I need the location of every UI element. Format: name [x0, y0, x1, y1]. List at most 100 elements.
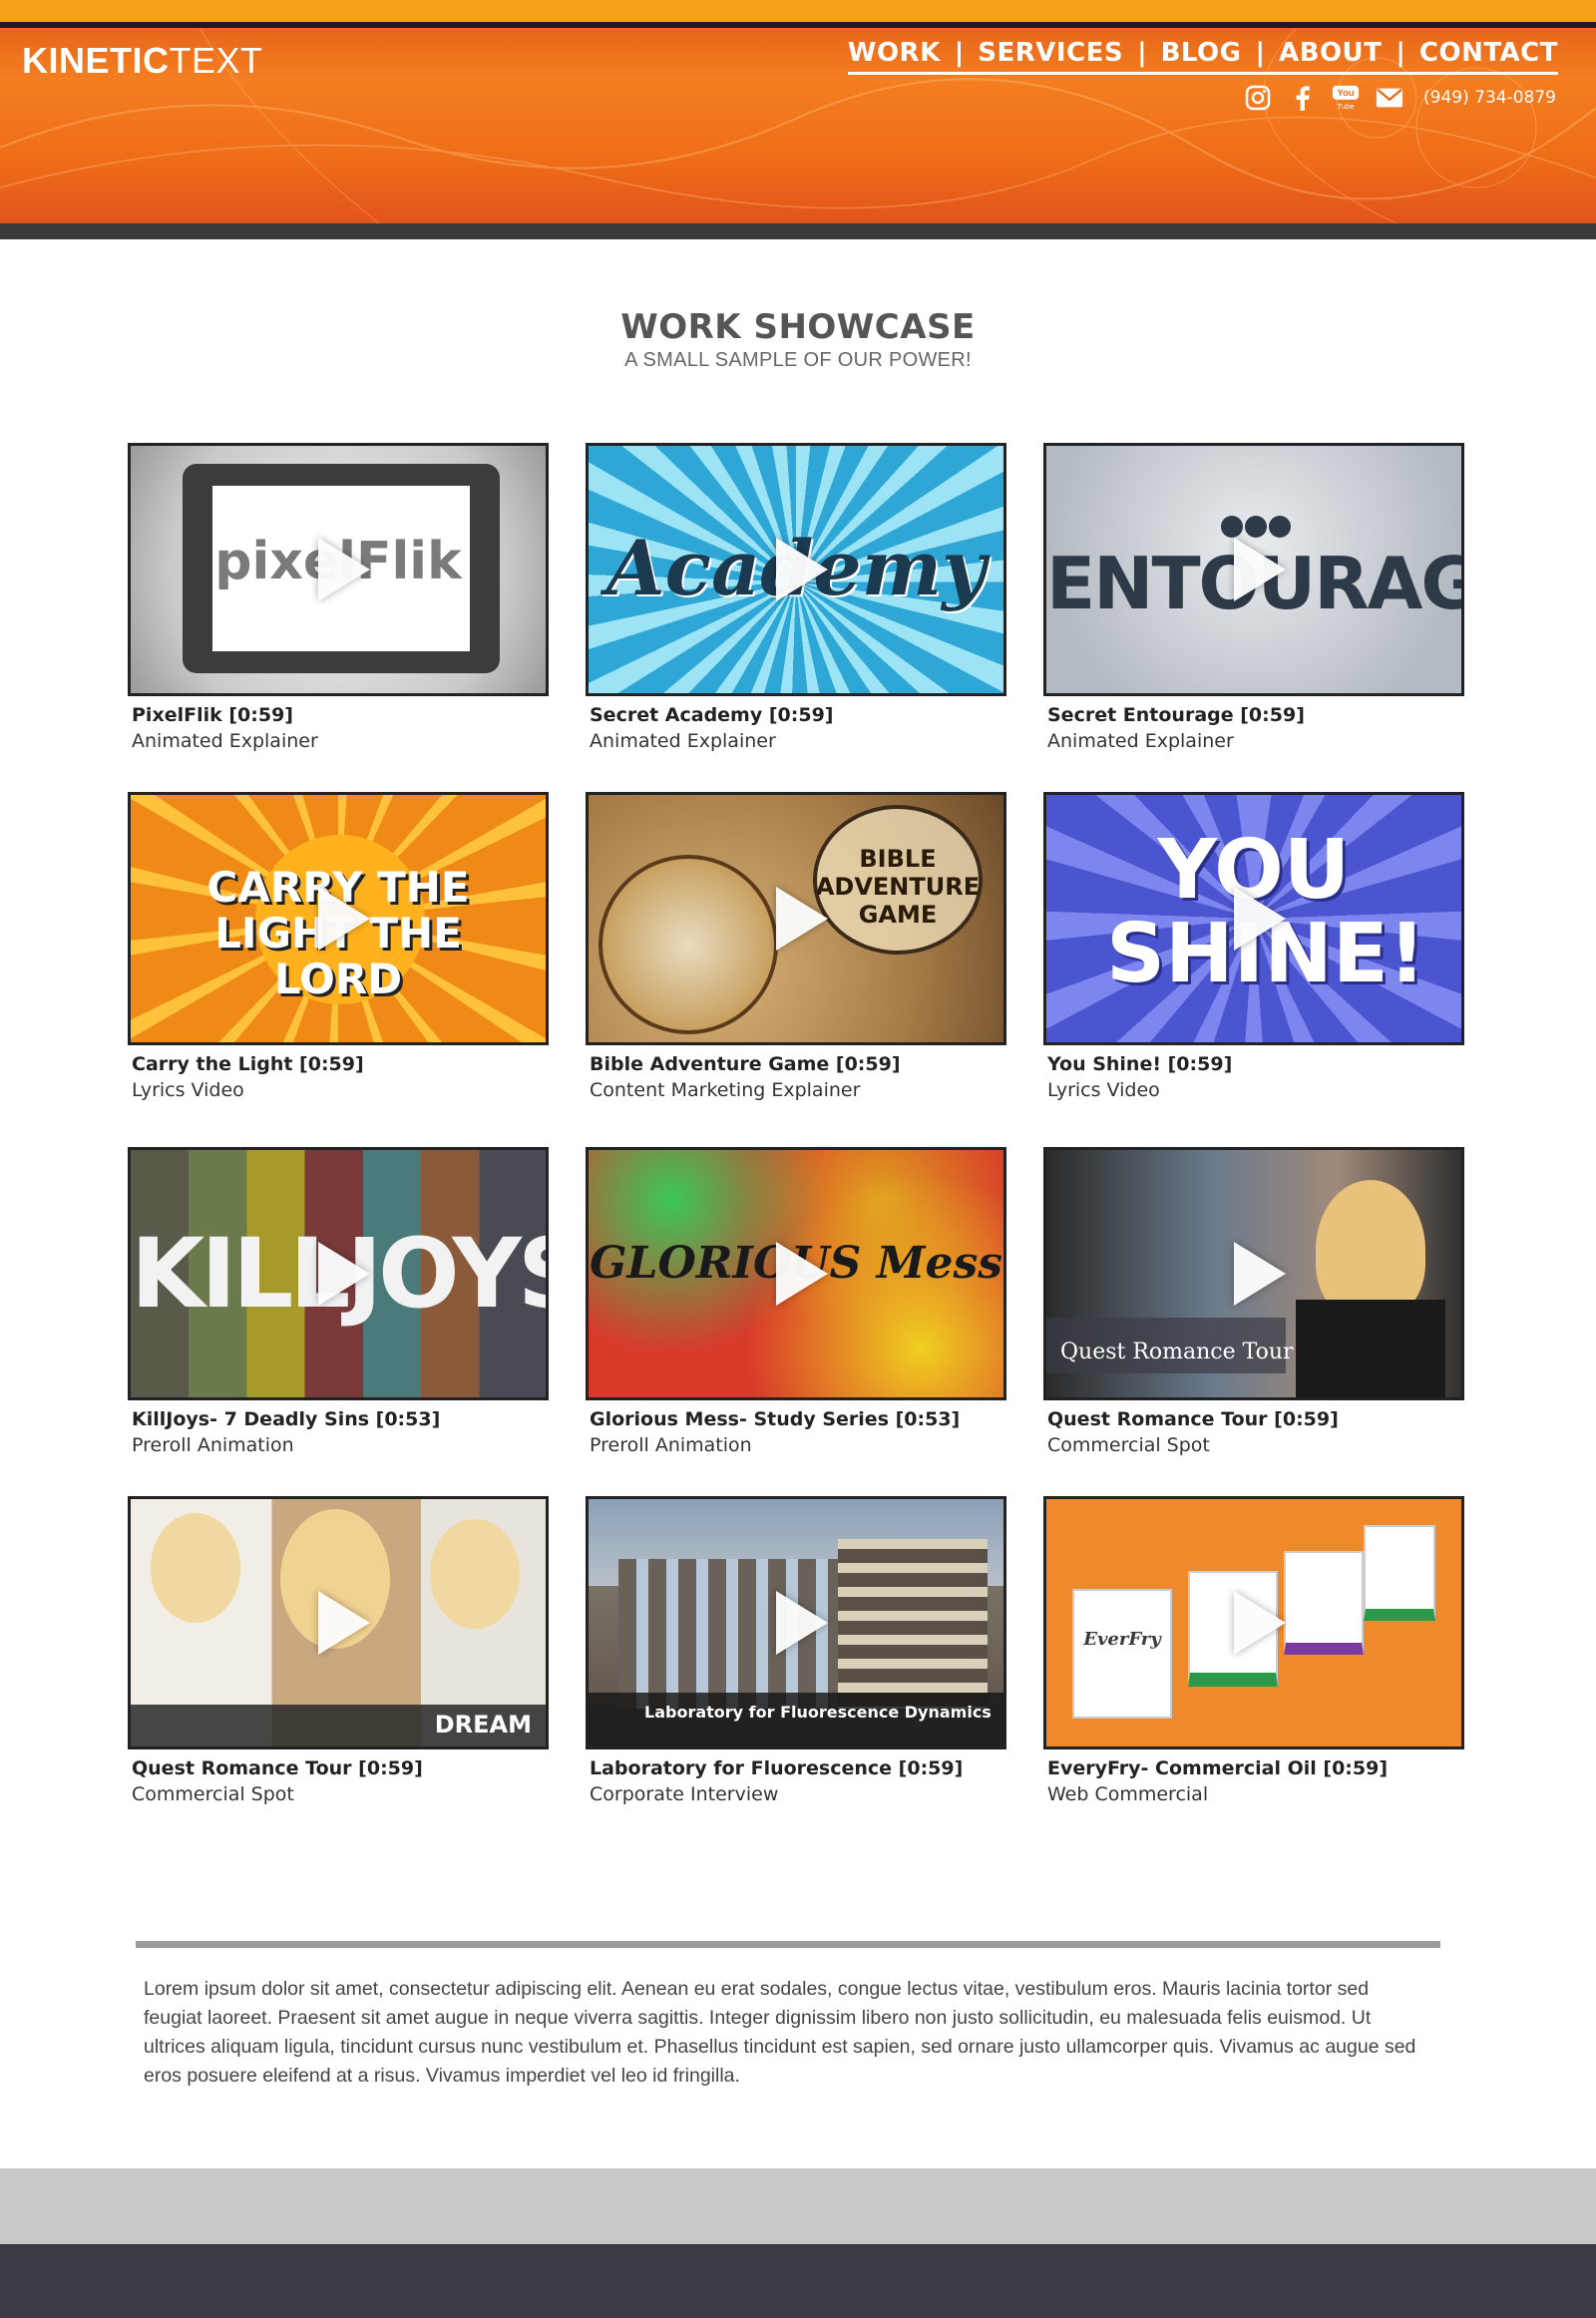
logo-light: TEXT: [169, 40, 263, 81]
video-card[interactable]: GLORIOUS Mess Glorious Mess- Study Serie…: [586, 1147, 1006, 1456]
video-card[interactable]: BIBLE ADVENTURE GAME Bible Adventure Gam…: [586, 792, 1006, 1101]
social-links: You Tube (949) 734-0879: [1244, 84, 1556, 112]
nav-work[interactable]: WORK: [848, 38, 941, 68]
video-thumbnail[interactable]: Academy: [586, 443, 1006, 696]
video-category: Animated Explainer: [590, 730, 776, 752]
video-title[interactable]: Bible Adventure Game [0:59]: [590, 1053, 1006, 1075]
showcase-heading: WORK SHOWCASE A SMALL SAMPLE OF OUR POWE…: [0, 307, 1596, 372]
play-icon[interactable]: [1234, 1591, 1286, 1655]
video-thumbnail[interactable]: YOU SHINE!: [1043, 792, 1464, 1045]
thumb-text: BIBLE ADVENTURE GAME: [815, 845, 981, 929]
nav-separator: |: [1396, 38, 1405, 68]
video-title[interactable]: EveryFry- Commercial Oil [0:59]: [1047, 1757, 1464, 1779]
portrait-body: [1296, 1300, 1445, 1397]
video-category: Animated Explainer: [1047, 730, 1234, 752]
play-icon[interactable]: [318, 1591, 370, 1655]
play-icon[interactable]: [1234, 538, 1286, 601]
video-title[interactable]: Secret Entourage [0:59]: [1047, 704, 1464, 726]
thumb-text: DREAM: [434, 1711, 532, 1738]
video-card[interactable]: DREAM Quest Romance Tour [0:59] Commerci…: [128, 1496, 549, 1805]
video-title[interactable]: Secret Academy [0:59]: [590, 704, 1006, 726]
video-thumbnail[interactable]: Laboratory for Fluorescence Dynamics: [586, 1496, 1006, 1749]
video-title[interactable]: You Shine! [0:59]: [1047, 1053, 1464, 1075]
video-title[interactable]: Quest Romance Tour [0:59]: [1047, 1408, 1464, 1430]
site-logo[interactable]: KINETICTEXT: [22, 40, 263, 82]
video-category: Web Commercial: [1047, 1783, 1209, 1805]
nav-blog[interactable]: BLOG: [1161, 38, 1242, 68]
phone-number[interactable]: (949) 734-0879: [1423, 88, 1556, 108]
video-card[interactable]: ENTOURAGE Secret Entourage [0:59] Animat…: [1043, 443, 1464, 752]
youtube-you: You: [1338, 88, 1355, 98]
product-box: [1284, 1551, 1364, 1655]
video-title[interactable]: Quest Romance Tour [0:59]: [132, 1757, 549, 1779]
section-divider: [136, 1941, 1440, 1948]
instagram-icon[interactable]: [1244, 84, 1272, 112]
video-title[interactable]: Glorious Mess- Study Series [0:53]: [590, 1408, 1006, 1430]
play-icon[interactable]: [1234, 1242, 1286, 1306]
video-thumbnail[interactable]: pixelFlik: [128, 443, 549, 696]
video-thumbnail[interactable]: Quest Romance Tour: [1043, 1147, 1464, 1400]
page-subtitle: A SMALL SAMPLE OF OUR POWER!: [624, 349, 972, 371]
nav-separator: |: [954, 38, 965, 68]
video-thumbnail[interactable]: CARRY THE LIGHT THE LORD: [128, 792, 549, 1045]
footer-band-dark: [0, 2244, 1596, 2318]
site-header: KINETICTEXT WORK | SERVICES | BLOG | ABO…: [0, 0, 1596, 239]
video-thumbnail[interactable]: EverFry: [1043, 1496, 1464, 1749]
email-icon[interactable]: [1376, 84, 1403, 112]
footer-text: Lorem ipsum dolor sit amet, consectetur …: [144, 1978, 1416, 2087]
nav-about[interactable]: ABOUT: [1279, 38, 1382, 68]
footer-band-light: [0, 2168, 1596, 2244]
play-icon[interactable]: [318, 1242, 370, 1306]
video-card[interactable]: YOU SHINE! You Shine! [0:59] Lyrics Vide…: [1043, 792, 1464, 1101]
video-category: Corporate Interview: [590, 1783, 779, 1805]
video-card[interactable]: CARRY THE LIGHT THE LORD Carry the Light…: [128, 792, 549, 1101]
portrait-graphic: [1316, 1180, 1425, 1320]
video-card[interactable]: Academy Secret Academy [0:59] Animated E…: [586, 443, 1006, 752]
product-box: [1364, 1525, 1435, 1621]
video-card[interactable]: Laboratory for Fluorescence Dynamics Lab…: [586, 1496, 1006, 1805]
video-thumbnail[interactable]: ENTOURAGE: [1043, 443, 1464, 696]
youtube-tube: Tube: [1338, 102, 1355, 111]
play-icon[interactable]: [318, 538, 370, 601]
product-box: [1072, 1589, 1172, 1719]
video-thumbnail[interactable]: DREAM: [128, 1496, 549, 1749]
thumb-text: EverFry: [1083, 1629, 1161, 1650]
facebook-icon[interactable]: [1288, 84, 1316, 112]
video-card[interactable]: EverFry EveryFry- Commercial Oil [0:59] …: [1043, 1496, 1464, 1805]
thumb-text: Laboratory for Fluorescence Dynamics: [644, 1703, 992, 1722]
portrait-graphic: [151, 1513, 240, 1623]
page-title: WORK SHOWCASE: [620, 307, 976, 347]
portrait-graphic: [430, 1519, 520, 1629]
video-category: Lyrics Video: [1047, 1079, 1160, 1101]
video-thumbnail[interactable]: GLORIOUS Mess: [586, 1147, 1006, 1400]
play-icon[interactable]: [776, 887, 828, 951]
main-nav: WORK | SERVICES | BLOG | ABOUT | CONTACT: [847, 38, 1558, 75]
play-icon[interactable]: [318, 887, 370, 951]
dots-graphic: [1221, 516, 1293, 540]
video-title[interactable]: Laboratory for Fluorescence [0:59]: [590, 1757, 1006, 1779]
video-title[interactable]: Carry the Light [0:59]: [132, 1053, 549, 1075]
video-category: Lyrics Video: [132, 1079, 244, 1101]
thumb-text: Quest Romance Tour: [1060, 1340, 1294, 1364]
video-thumbnail[interactable]: BIBLE ADVENTURE GAME: [586, 792, 1006, 1045]
video-category: Preroll Animation: [132, 1434, 294, 1456]
video-thumbnail[interactable]: KILLJOYS: [128, 1147, 549, 1400]
building-graphic: [838, 1539, 988, 1709]
video-category: Content Marketing Explainer: [590, 1079, 861, 1101]
video-category: Commercial Spot: [1047, 1434, 1210, 1456]
video-title[interactable]: PixelFlik [0:59]: [132, 704, 549, 726]
youtube-icon[interactable]: You Tube: [1332, 84, 1360, 112]
video-card[interactable]: KILLJOYS KillJoys- 7 Deadly Sins [0:53] …: [128, 1147, 549, 1456]
play-icon[interactable]: [776, 1591, 828, 1655]
video-category: Animated Explainer: [132, 730, 318, 752]
nav-services[interactable]: SERVICES: [978, 38, 1123, 68]
video-category: Commercial Spot: [132, 1783, 294, 1805]
play-icon[interactable]: [776, 1242, 828, 1306]
video-card[interactable]: pixelFlik PixelFlik [0:59] Animated Expl…: [128, 443, 549, 752]
play-icon[interactable]: [776, 538, 828, 601]
video-card[interactable]: Quest Romance Tour Quest Romance Tour [0…: [1043, 1147, 1464, 1456]
nav-separator: |: [1255, 38, 1266, 68]
nav-contact[interactable]: CONTACT: [1419, 38, 1558, 68]
video-title[interactable]: KillJoys- 7 Deadly Sins [0:53]: [132, 1408, 549, 1430]
play-icon[interactable]: [1234, 887, 1286, 951]
